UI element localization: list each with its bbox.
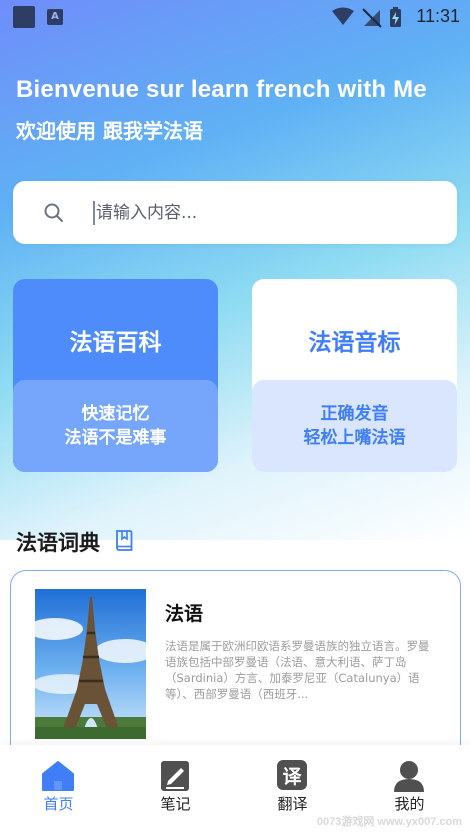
translate-glyph: 译 — [282, 766, 302, 788]
notes-icon — [161, 761, 189, 791]
wifi-icon — [332, 7, 354, 25]
tab-notes[interactable]: 笔记 — [117, 745, 234, 835]
tab-label: 首页 — [43, 795, 74, 813]
a-badge-icon: A — [47, 9, 63, 25]
battery-charging-icon — [390, 7, 401, 27]
card-title: 法语百科 — [69, 330, 162, 356]
profile-icon — [394, 761, 424, 792]
no-signal-icon — [362, 8, 382, 28]
status-icons — [332, 7, 401, 28]
dictionary-section-title: 法语词典 — [16, 531, 100, 555]
card-tagline-line1: 快速记忆 — [81, 404, 150, 424]
tab-home[interactable]: 首页 — [0, 745, 117, 835]
tab-label: 我的 — [394, 795, 425, 813]
status-bar: A 11:31 — [0, 0, 470, 34]
bottom-tab-bar: 首页 笔记 译 翻译 我的 0073游戏网 www.yx007.com — [0, 745, 470, 835]
card-tagline-line2: 法语不是难事 — [64, 428, 167, 448]
book-icon — [116, 530, 133, 551]
eiffel-tower-image — [35, 589, 146, 739]
search-input[interactable] — [96, 195, 426, 231]
app-icon — [13, 6, 35, 28]
tab-label: 翻译 — [277, 795, 308, 813]
card-tagline: 快速记忆 法语不是难事 — [13, 380, 218, 472]
welcome-subtitle: 欢迎使用 跟我学法语 — [16, 119, 203, 143]
entry-description: 法语是属于欧洲印欧语系罗曼语族的独立语言。罗曼语族包括中部罗曼语（法语、意大利语… — [165, 639, 430, 701]
text-cursor — [93, 201, 95, 225]
card-tagline-line1: 正确发音 — [320, 404, 389, 424]
watermark: 0073游戏网 www.yx007.com — [316, 816, 462, 828]
translate-icon: 译 — [277, 760, 307, 790]
home-icon — [42, 761, 74, 791]
card-french-phonetics[interactable]: 法语音标 正确发音 轻松上嘴法语 — [252, 279, 457, 472]
card-tagline: 正确发音 轻松上嘴法语 — [252, 380, 457, 472]
tab-label: 笔记 — [160, 795, 191, 813]
dictionary-entry-card[interactable]: 法语 法语是属于欧洲印欧语系罗曼语族的独立语言。罗曼语族包括中部罗曼语（法语、意… — [10, 570, 461, 770]
search-bar[interactable] — [13, 181, 457, 244]
clock: 11:31 — [416, 6, 460, 26]
card-title: 法语音标 — [308, 330, 401, 356]
card-french-encyclopedia[interactable]: 法语百科 快速记忆 法语不是难事 — [13, 279, 218, 472]
search-icon — [44, 203, 63, 222]
welcome-title: Bienvenue sur learn french with Me — [16, 76, 427, 103]
card-tagline-line2: 轻松上嘴法语 — [303, 428, 406, 448]
entry-title: 法语 — [165, 603, 204, 625]
